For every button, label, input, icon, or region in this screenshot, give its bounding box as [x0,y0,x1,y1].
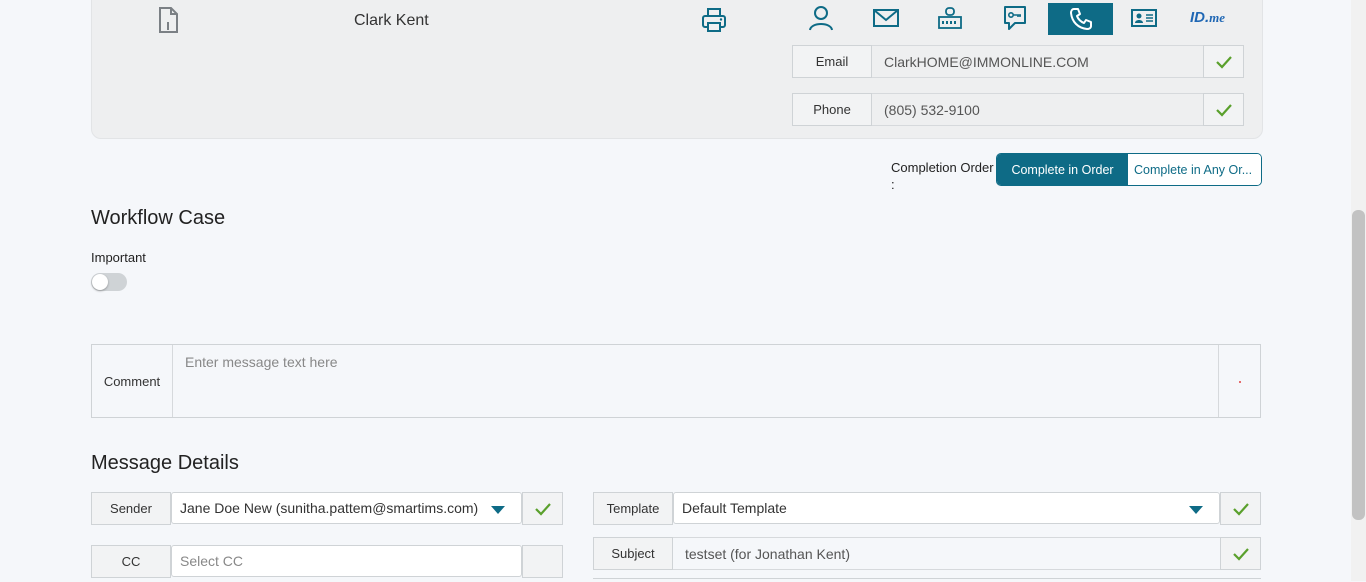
phone-field[interactable]: (805) 532-9100 [872,93,1203,126]
chat-key-icon[interactable] [998,3,1032,33]
email-label: Email [792,45,872,78]
complete-in-any-order-button[interactable]: Complete in Any Or... [1128,154,1261,185]
chevron-down-icon [1189,506,1203,514]
sender-label: Sender [91,492,171,525]
router-icon[interactable] [933,3,967,33]
cc-confirm-button[interactable] [522,545,563,578]
signer-name: Clark Kent [354,12,429,29]
completion-order-colon: : [891,177,895,192]
id-card-icon[interactable] [1127,3,1161,33]
chevron-down-icon [491,506,505,514]
comment-box: Comment Enter message text here [91,344,1261,418]
phone-confirm-button[interactable] [1203,93,1244,126]
person-icon[interactable] [804,3,838,33]
sender-select[interactable]: Jane Doe New (sunitha.pattem@smartims.co… [171,492,522,524]
sender-confirm-button[interactable] [522,492,563,525]
important-toggle[interactable] [91,273,127,291]
next-row-edge [593,578,1261,582]
check-icon [1232,502,1249,516]
check-icon [534,502,551,516]
template-select[interactable]: Default Template [673,492,1220,524]
subject-field[interactable]: testset (for Jonathan Kent) [673,537,1220,570]
toggle-knob [92,274,108,290]
print-icon[interactable] [700,6,728,34]
complete-in-order-button[interactable]: Complete in Order [997,154,1128,185]
required-dot [1239,381,1241,383]
template-confirm-button[interactable] [1220,492,1261,525]
template-value: Default Template [682,500,787,516]
email-confirm-button[interactable] [1203,45,1244,78]
phone-label: Phone [792,93,872,126]
cc-select[interactable]: Select CC [171,545,522,577]
phone-icon[interactable] [1048,3,1113,35]
document-icon[interactable] [156,6,182,34]
message-details-title: Message Details [91,452,239,474]
sender-value: Jane Doe New (sunitha.pattem@smartims.co… [180,500,479,516]
mail-icon[interactable] [869,3,903,33]
comment-input[interactable]: Enter message text here [173,345,1219,417]
workflow-case-title: Workflow Case [91,207,226,229]
check-icon [1215,55,1232,69]
important-label: Important [91,250,146,265]
completion-order-toggle: Complete in Order Complete in Any Or... [996,153,1262,186]
cc-label: CC [91,545,171,578]
check-icon [1215,103,1232,117]
subject-confirm-button[interactable] [1220,537,1261,570]
id-me-logo[interactable]: ID.me [1190,9,1225,26]
email-field[interactable]: ClarkHOME@IMMONLINE.COM [872,45,1203,78]
template-label: Template [593,492,673,525]
check-icon [1232,547,1249,561]
subject-label: Subject [593,537,673,570]
completion-order-label: Completion Order : [891,159,994,193]
scrollbar-thumb[interactable] [1352,210,1365,520]
completion-order-text: Completion Order [891,160,994,175]
comment-label: Comment [92,345,173,417]
